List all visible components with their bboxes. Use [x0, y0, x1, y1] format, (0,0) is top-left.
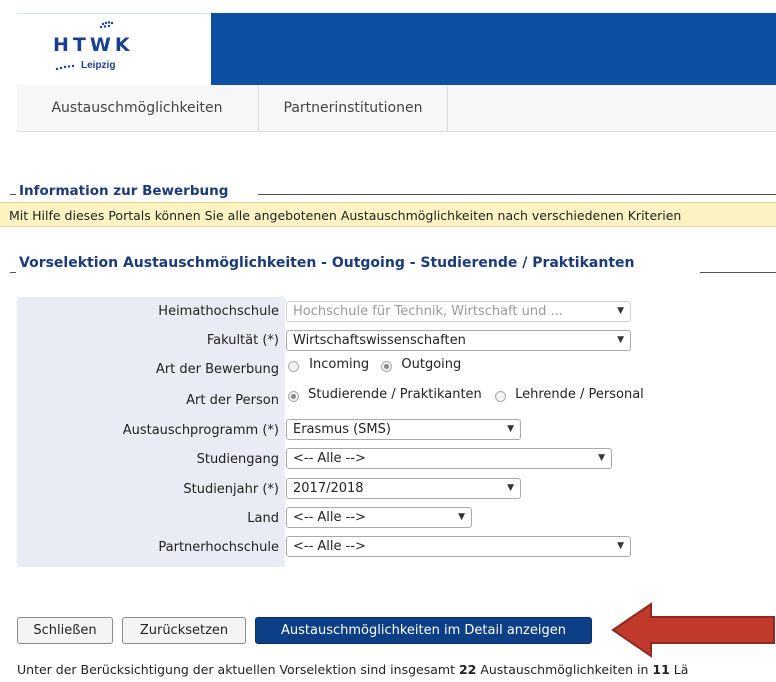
info-banner: Mit Hilfe dieses Portals können Sie alle…	[0, 202, 776, 227]
fakultaet-value: Wirtschaftswissenschaften	[293, 333, 466, 348]
austauschprogramm-label: Austauschprogramm (*)	[122, 423, 279, 438]
studiengang-label: Studiengang	[196, 452, 279, 467]
logo-letters: HTWK	[53, 34, 134, 56]
chevron-down-icon: ▼	[617, 335, 624, 345]
summary-text: Unter der Berücksichtigung der aktuellen…	[17, 662, 776, 677]
nav-tab-austauschmoeglichkeiten[interactable]: Austauschmöglichkeiten	[17, 85, 257, 131]
partnerhochschule-select[interactable]: <-- Alle --> ▼	[286, 536, 631, 557]
info-heading: Information zur Bewerbung	[19, 183, 229, 199]
austauschprogramm-value: Erasmus (SMS)	[293, 422, 391, 437]
partnerhochschule-value: <-- Alle -->	[293, 539, 366, 554]
studierende-radio-label: Studierende / Praktikanten	[308, 387, 482, 402]
fakultaet-label: Fakultät (*)	[206, 333, 279, 348]
summary-countries: 11	[652, 662, 670, 677]
art-person-label: Art der Person	[186, 393, 279, 408]
reset-button[interactable]: Zurücksetzen	[122, 617, 246, 644]
incoming-radio[interactable]	[288, 361, 299, 372]
outgoing-radio-label: Outgoing	[401, 357, 462, 372]
studiengang-select[interactable]: <-- Alle --> ▼	[286, 448, 612, 469]
summary-count: 22	[458, 662, 477, 677]
studienjahr-label: Studienjahr (*)	[183, 482, 279, 497]
close-button[interactable]: Schließen	[17, 617, 113, 644]
studiengang-value: <-- Alle -->	[293, 451, 366, 466]
studienjahr-value: 2017/2018	[293, 481, 364, 496]
show-details-button[interactable]: Austauschmöglichkeiten im Detail anzeige…	[255, 617, 592, 644]
chevron-down-icon: ▼	[617, 541, 624, 551]
outgoing-radio[interactable]	[381, 361, 393, 372]
heimathochschule-select[interactable]: Hochschule für Technik, Wirtschaft und .…	[286, 301, 631, 322]
art-person-radio-group: Studierende / Praktikanten Lehrende / Pe…	[288, 387, 644, 410]
lehrende-radio-label: Lehrende / Personal	[515, 387, 644, 402]
partnerhochschule-label: Partnerhochschule	[158, 540, 279, 555]
logo-subtitle: Leipzig	[81, 60, 116, 71]
arrow-left-icon	[611, 602, 775, 658]
land-value: <-- Alle -->	[293, 510, 366, 525]
land-label: Land	[247, 511, 279, 526]
studienjahr-select[interactable]: 2017/2018 ▼	[286, 478, 521, 499]
logo-swoosh-icon	[55, 64, 75, 71]
section-divider-tick	[10, 194, 16, 195]
art-bewerbung-radio-group: Incoming Outgoing	[288, 357, 462, 380]
logo[interactable]: HTWK Leipzig	[17, 13, 211, 86]
chevron-down-icon: ▼	[617, 306, 624, 316]
lehrende-radio[interactable]	[494, 391, 506, 402]
section-divider	[700, 272, 776, 273]
chevron-down-icon: ▼	[507, 424, 514, 434]
summary-suffix: Lä	[669, 662, 689, 677]
main-navigation: Austauschmöglichkeiten Partnerinstitutio…	[17, 85, 776, 132]
summary-middle: Austauschmöglichkeiten in	[476, 662, 653, 677]
fakultaet-select[interactable]: Wirtschaftswissenschaften ▼	[286, 330, 631, 351]
section-divider	[258, 194, 776, 195]
chevron-down-icon: ▼	[507, 483, 514, 493]
land-select[interactable]: <-- Alle --> ▼	[286, 507, 472, 528]
header-banner	[211, 13, 776, 85]
studierende-radio[interactable]	[288, 391, 299, 402]
heimathochschule-label: Heimathochschule	[158, 304, 279, 319]
austauschprogramm-select[interactable]: Erasmus (SMS) ▼	[286, 419, 521, 440]
chevron-down-icon: ▼	[598, 453, 605, 463]
section-divider-tick	[10, 272, 16, 273]
chevron-down-icon: ▼	[458, 512, 465, 522]
incoming-radio-label: Incoming	[309, 357, 370, 372]
summary-prefix: Unter der Berücksichtigung der aktuellen…	[17, 662, 459, 677]
nav-tab-partnerinstitutionen[interactable]: Partnerinstitutionen	[258, 85, 448, 131]
selection-heading: Vorselektion Austauschmöglichkeiten - Ou…	[19, 255, 635, 271]
art-bewerbung-label: Art der Bewerbung	[155, 362, 279, 377]
heimathochschule-value: Hochschule für Technik, Wirtschaft und .…	[293, 304, 563, 319]
